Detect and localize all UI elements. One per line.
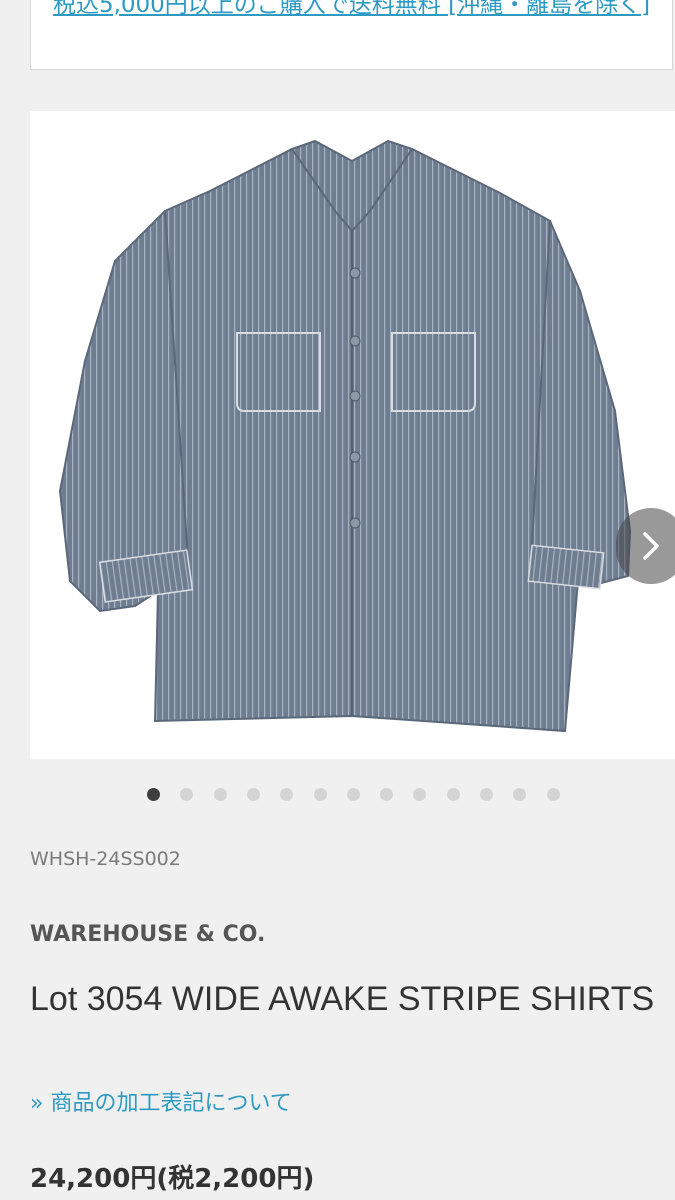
- product-image: [58, 139, 632, 733]
- carousel-dot[interactable]: [147, 788, 160, 801]
- product-brand: WAREHOUSE & CO.: [30, 922, 266, 947]
- shipping-notice-text[interactable]: 税込5,000円以上のご購入で送料無料 [沖縄・離島を除く]: [31, 0, 672, 23]
- carousel-dot[interactable]: [547, 788, 560, 801]
- product-image-carousel[interactable]: [30, 111, 675, 759]
- carousel-next-button[interactable]: [616, 508, 675, 584]
- carousel-dot[interactable]: [447, 788, 460, 801]
- carousel-dot[interactable]: [180, 788, 193, 801]
- carousel-dot[interactable]: [247, 788, 260, 801]
- product-price: 24,200円(税2,200円): [30, 1164, 315, 1194]
- processing-info-link[interactable]: » 商品の加工表記について: [30, 1085, 292, 1117]
- product-title: Lot 3054 WIDE AWAKE STRIPE SHIRTS: [30, 980, 655, 1018]
- chevron-right-icon: [643, 532, 659, 560]
- carousel-dot[interactable]: [347, 788, 360, 801]
- carousel-dot[interactable]: [480, 788, 493, 801]
- carousel-dot[interactable]: [413, 788, 426, 801]
- carousel-dot[interactable]: [314, 788, 327, 801]
- carousel-dot[interactable]: [280, 788, 293, 801]
- shipping-notice-banner: 税込5,000円以上のご購入で送料無料 [沖縄・離島を除く]: [30, 0, 673, 70]
- carousel-dot[interactable]: [214, 788, 227, 801]
- carousel-dot[interactable]: [513, 788, 526, 801]
- product-sku: WHSH-24SS002: [30, 848, 181, 870]
- carousel-pagination: [0, 788, 675, 804]
- carousel-dot[interactable]: [380, 788, 393, 801]
